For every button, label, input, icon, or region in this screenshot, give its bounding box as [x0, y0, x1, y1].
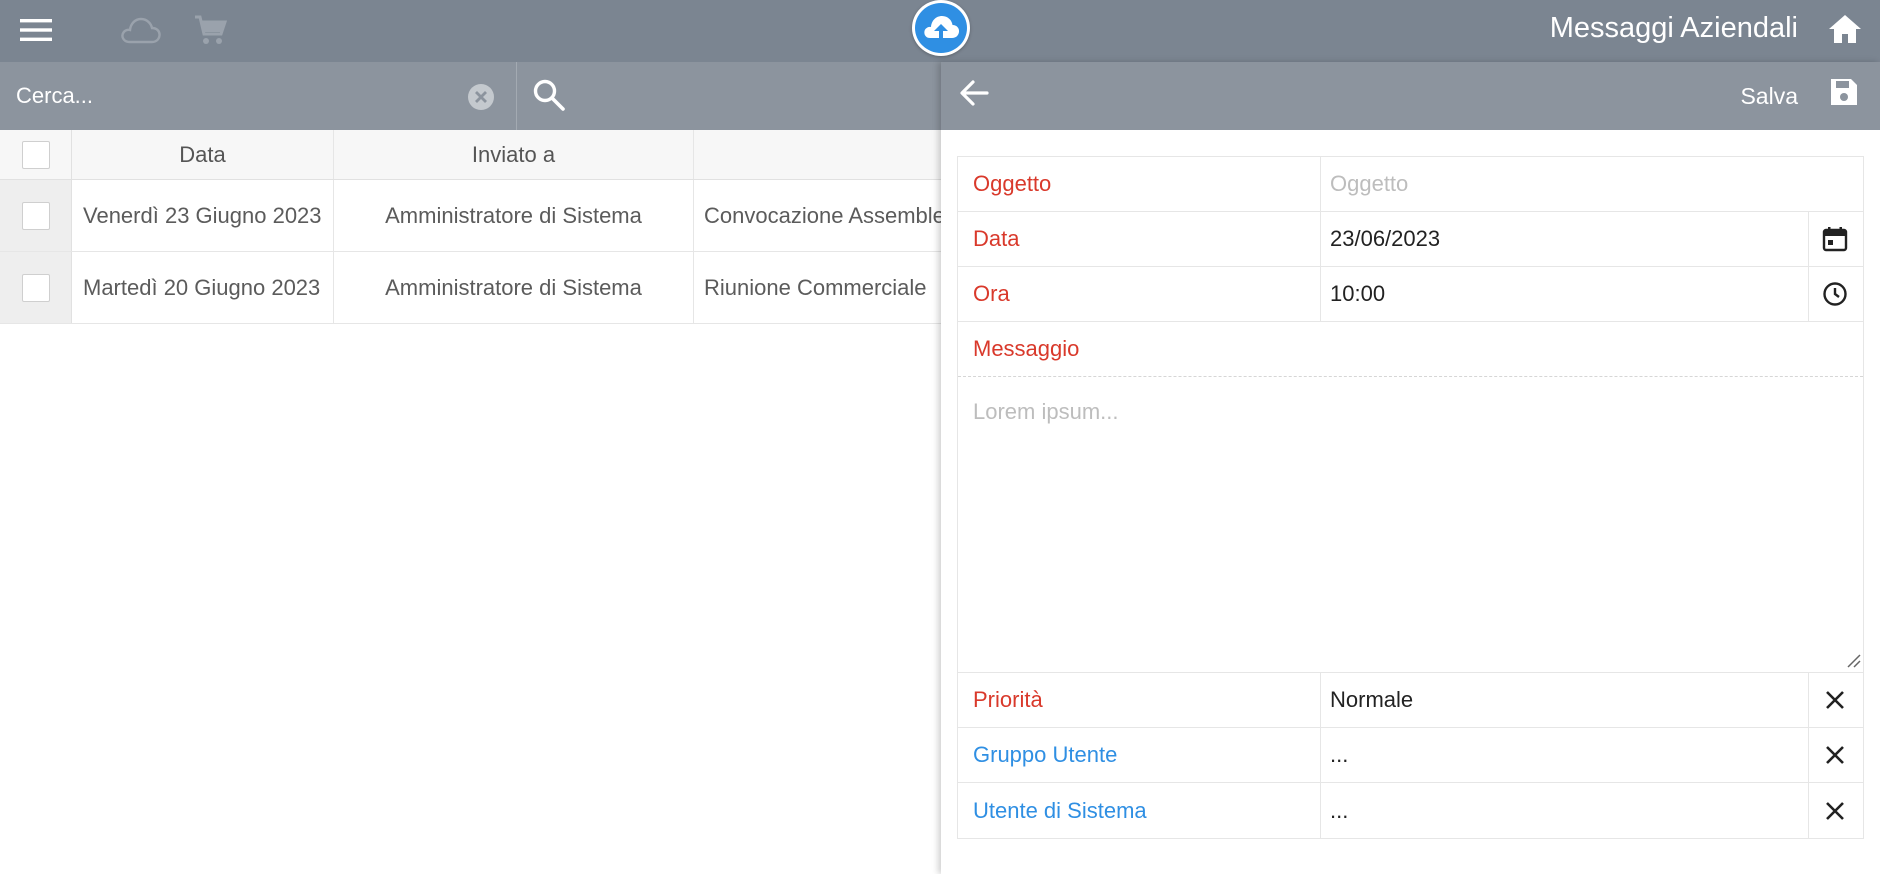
- clear-search-icon[interactable]: [466, 82, 496, 112]
- row-select-cell: [0, 252, 72, 323]
- row-date: Martedì 20 Giugno 2023: [72, 252, 334, 323]
- row-subject: Convocazione Assemble: [704, 202, 941, 228]
- row-checkbox[interactable]: [21, 201, 50, 230]
- table-row[interactable]: Martedì 20 Giugno 2023 Amministratore di…: [0, 252, 941, 324]
- cloud-icon[interactable]: [116, 8, 164, 52]
- table-row[interactable]: Venerdì 23 Giugno 2023 Amministratore di…: [0, 180, 941, 252]
- field-label-gruppo-utente: Gruppo Utente: [958, 728, 1321, 782]
- field-data: Data 23/06/2023: [958, 212, 1863, 267]
- field-label-ora: Ora: [958, 267, 1321, 321]
- select-all-cell: [0, 130, 72, 179]
- column-header-oggetto[interactable]: [694, 130, 941, 179]
- home-icon[interactable]: [1822, 8, 1868, 50]
- clock-icon[interactable]: [1807, 267, 1863, 321]
- table-header: Data Inviato a: [0, 130, 941, 180]
- clear-system-user-icon[interactable]: [1807, 783, 1863, 838]
- system-user-select[interactable]: ...: [1321, 783, 1809, 838]
- row-subject: Riunione Commerciale: [704, 274, 927, 300]
- messages-table: Data Inviato a Venerdì 23 Giugno 2023 Am…: [0, 130, 941, 324]
- row-checkbox[interactable]: [21, 273, 50, 302]
- field-priorita: Priorità Normale: [958, 673, 1863, 728]
- message-editor-panel: Salva Oggetto Data 23/06/2023 Ora 10:00: [941, 62, 1880, 874]
- row-date: Venerdì 23 Giugno 2023: [72, 180, 334, 251]
- field-utente-sistema: Utente di Sistema ...: [958, 783, 1863, 838]
- clear-priority-icon[interactable]: [1807, 673, 1863, 727]
- cart-icon[interactable]: [188, 8, 232, 52]
- row-select-cell: [0, 180, 72, 251]
- save-icon[interactable]: [1828, 76, 1868, 116]
- field-oggetto: Oggetto: [958, 157, 1865, 212]
- select-all-checkbox[interactable]: [21, 140, 50, 169]
- back-arrow-icon[interactable]: [957, 76, 997, 116]
- field-label-data: Data: [958, 212, 1321, 266]
- save-label[interactable]: Salva: [1740, 62, 1798, 130]
- row-recipient: Amministratore di Sistema: [334, 252, 694, 323]
- top-bar: Messaggi Aziendali: [0, 0, 1880, 62]
- message-area: [958, 377, 1863, 673]
- calendar-icon[interactable]: [1807, 212, 1863, 266]
- field-messaggio: Messaggio: [958, 322, 1863, 377]
- app-logo[interactable]: [912, 0, 970, 56]
- column-header-inviato-a[interactable]: Inviato a: [334, 130, 694, 179]
- clear-user-group-icon[interactable]: [1807, 728, 1863, 782]
- menu-icon[interactable]: [14, 8, 58, 52]
- oggetto-input[interactable]: [1330, 171, 1865, 197]
- page-title: Messaggi Aziendali: [1549, 12, 1798, 44]
- search-input[interactable]: [16, 62, 456, 130]
- field-label-utente-sistema: Utente di Sistema: [958, 783, 1321, 838]
- field-value-oggetto: [1321, 157, 1865, 211]
- row-recipient: Amministratore di Sistema: [334, 180, 694, 251]
- resize-handle-icon[interactable]: [1845, 652, 1861, 668]
- message-textarea[interactable]: [958, 377, 1863, 672]
- message-form: Oggetto Data 23/06/2023 Ora 10:00 Messag…: [957, 156, 1865, 839]
- priority-select[interactable]: Normale: [1321, 673, 1809, 727]
- column-header-data[interactable]: Data: [72, 130, 334, 179]
- editor-toolbar: Salva: [941, 62, 1880, 130]
- field-ora: Ora 10:00: [958, 267, 1863, 322]
- field-label-oggetto: Oggetto: [958, 157, 1321, 211]
- field-label-priorita: Priorità: [958, 673, 1321, 727]
- search-field: [0, 62, 517, 130]
- time-input[interactable]: 10:00: [1321, 267, 1809, 321]
- field-label-messaggio: Messaggio: [973, 336, 1080, 361]
- date-input[interactable]: 23/06/2023: [1321, 212, 1809, 266]
- user-group-select[interactable]: ...: [1321, 728, 1809, 782]
- search-icon[interactable]: [532, 78, 574, 118]
- search-bar: [0, 62, 941, 130]
- field-gruppo-utente: Gruppo Utente ...: [958, 728, 1863, 783]
